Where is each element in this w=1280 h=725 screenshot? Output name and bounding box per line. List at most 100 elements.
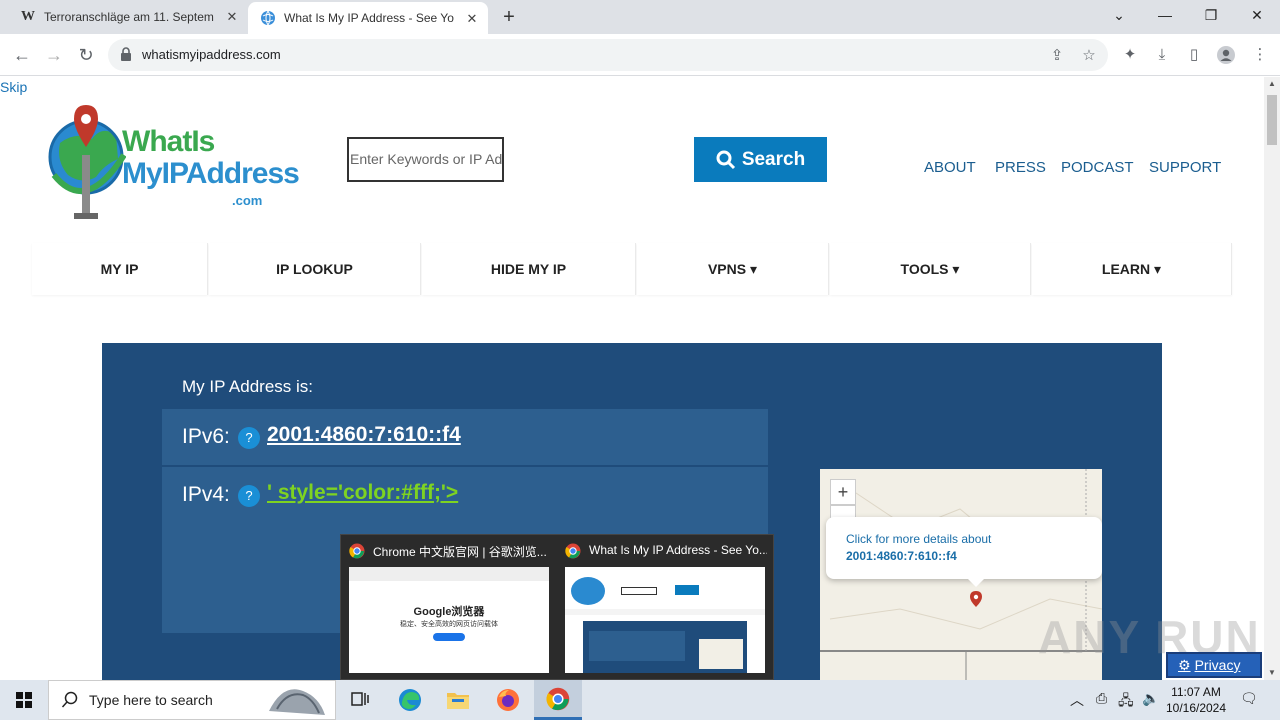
url-text: whatismyipaddress.com [142,47,281,62]
site-logo[interactable]: WhatIs MyIPAddress .com [46,95,300,235]
search-input[interactable]: Enter Keywords or IP Address [347,137,504,182]
globe-logo-icon [48,105,126,219]
help-icon[interactable]: ? [238,485,260,507]
logo-text-whatis: WhatIs [122,125,215,158]
windows-start-button[interactable] [0,680,48,720]
taskbar-search-placeholder: Type here to search [89,692,213,708]
search-icon [716,150,735,169]
preview-image: Google浏览器 稳定、安全高效的网页访问载体 [349,567,549,673]
preview-whatismyip[interactable]: What Is My IP Address - See Yo... [557,535,773,681]
logo-text-com: .com [232,193,263,208]
task-view-icon[interactable] [336,680,384,720]
volume-icon[interactable]: 🔈 [1142,690,1159,707]
scroll-up-arrow-icon[interactable]: ▲ [1264,77,1280,91]
nav-tools[interactable]: TOOLS ▾ [830,243,1031,295]
close-window-button[interactable]: ✕ [1234,0,1280,30]
skip-link[interactable]: Skip [0,79,27,95]
browser-toolbar: ← → ↻ whatismyipaddress.com ⇪ ☆ ✦ ⤓ ▯ ⋮ [0,34,1280,76]
preview-subtext: 稳定、安全高效的网页访问载体 [400,621,498,628]
file-explorer-icon[interactable] [434,680,482,720]
wikipedia-icon: W [21,9,35,24]
nav-my-ip[interactable]: MY IP [32,243,208,295]
search-highlight-image [269,689,325,715]
globe-icon [260,10,276,26]
forward-icon[interactable]: → [42,43,66,67]
close-tab-icon[interactable]: ✕ [464,11,480,27]
address-bar[interactable]: whatismyipaddress.com ⇪ ☆ [108,39,1108,71]
page-scrollbar[interactable]: ▲ ▼ [1264,77,1280,680]
taskbar-search-box[interactable]: Type here to search [48,680,336,720]
scroll-down-arrow-icon[interactable]: ▼ [1264,666,1280,680]
nav-press[interactable]: PRESS [995,159,1046,176]
tab-search-icon[interactable]: ⌄ [1096,0,1142,30]
ipv6-label: IPv6: [182,425,230,448]
clock-time: 11:07 AM [1171,685,1221,699]
gear-icon: ⚙ [1178,656,1191,673]
ipv4-value-link[interactable]: ' style='color:#fff;'> [267,481,458,505]
tab-title: What Is My IP Address - See You [284,11,454,25]
windows-logo-icon [16,692,32,708]
map-popup-text: Click for more details about [846,532,992,546]
map-popup[interactable]: Click for more details about 2001:4860:7… [826,517,1102,587]
restore-button[interactable]: ❐ [1188,0,1234,30]
back-icon[interactable]: ← [10,43,34,67]
minimize-button[interactable]: — [1142,0,1188,30]
preview-heading: Google浏览器 [413,606,485,618]
chrome-icon [565,543,581,559]
privacy-label: Privacy [1194,657,1241,673]
ipv6-value-link[interactable]: 2001:4860:7:610::f4 [267,423,461,447]
chrome-menu-icon[interactable]: ⋮ [1250,45,1270,65]
help-icon[interactable]: ? [238,427,260,449]
map-marker-icon[interactable] [970,591,982,607]
new-tab-button[interactable]: + [498,6,520,28]
map-popup-ip: 2001:4860:7:610::f4 [846,549,957,563]
preview-title: What Is My IP Address - See Yo... [589,543,767,557]
profile-avatar-icon[interactable] [1216,45,1236,65]
taskbar-preview-popup: Chrome 中文版官网 | 谷歌浏览... Google浏览器 稳定、安全高效… [340,534,774,680]
privacy-button[interactable]: ⚙ Privacy [1166,652,1262,678]
device-icon[interactable]: ⎙ [1096,690,1107,707]
tab-title: Terroranschläge am 11. Septemb [44,10,214,24]
preview-image [565,567,765,673]
nav-about[interactable]: ABOUT [924,159,976,176]
map-popup-tip [966,577,986,587]
close-tab-icon[interactable]: ✕ [224,9,240,25]
notification-icon[interactable]: 🗨 [1240,690,1258,707]
reload-icon[interactable]: ↻ [74,43,98,67]
preview-title: Chrome 中文版官网 | 谷歌浏览... [373,545,547,559]
ipv4-label: IPv4: [182,483,230,506]
tab-wikipedia[interactable]: W Terroranschläge am 11. Septemb ✕ [8,0,248,34]
preview-chrome-cn[interactable]: Chrome 中文版官网 | 谷歌浏览... Google浏览器 稳定、安全高效… [341,535,557,681]
nav-learn[interactable]: LEARN ▾ [1032,243,1232,295]
download-icon[interactable]: ⤓ [1152,45,1172,65]
chrome-taskbar-icon[interactable] [534,680,582,720]
network-icon[interactable]: 🖧 [1118,690,1134,714]
ipv6-row: IPv6: ? 2001:4860:7:610::f4 [162,409,768,465]
nav-support[interactable]: SUPPORT [1149,159,1221,176]
system-clock[interactable]: 11:07 AM 10/16/2024 [1164,684,1228,716]
search-button[interactable]: Search [694,137,827,182]
lock-icon [121,47,131,61]
nav-hide-my-ip[interactable]: HIDE MY IP [422,243,636,295]
bookmark-star-icon[interactable]: ☆ [1080,47,1098,65]
chrome-icon [349,543,365,559]
share-icon[interactable]: ⇪ [1048,47,1066,65]
zoom-in-button[interactable]: + [830,479,856,505]
search-button-label: Search [741,148,806,170]
main-navigation: MY IP IP LOOKUP HIDE MY IP VPNS ▾ TOOLS … [32,243,1232,295]
scrollbar-thumb[interactable] [1267,95,1277,145]
edge-icon[interactable] [386,680,434,720]
nav-vpns[interactable]: VPNS ▾ [637,243,829,295]
browser-tab-strip: W Terroranschläge am 11. Septemb ✕ What … [0,0,1280,34]
extensions-icon[interactable]: ✦ [1120,45,1140,65]
firefox-icon[interactable] [484,680,532,720]
tab-whatismyip[interactable]: What Is My IP Address - See You ✕ [248,2,488,34]
nav-ip-lookup[interactable]: IP LOOKUP [209,243,421,295]
search-icon [61,691,78,708]
side-panel-icon[interactable]: ▯ [1184,45,1204,65]
ipv4-row: IPv4: ? ' style='color:#fff;'> [162,467,768,523]
clock-date: 10/16/2024 [1165,701,1227,715]
nav-podcast[interactable]: PODCAST [1061,159,1134,176]
ip-heading: My IP Address is: [182,377,314,396]
show-hidden-icons-chevron-icon[interactable]: ︿ [1070,690,1084,710]
